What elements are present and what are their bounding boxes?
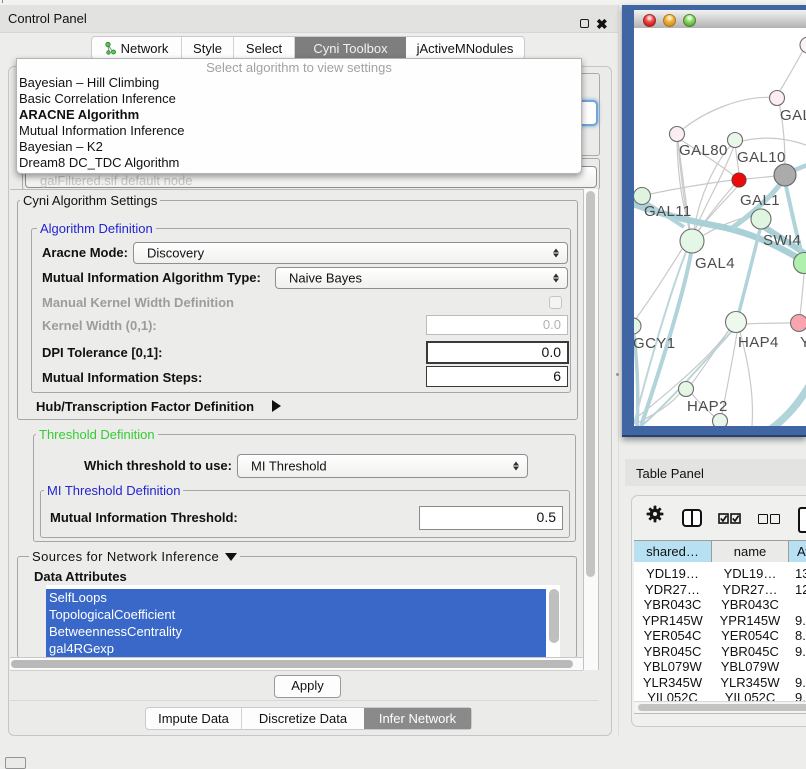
svg-text:YJ: YJ [800, 334, 806, 351]
svg-text:GAL3: GAL3 [780, 107, 806, 124]
svg-text:HAP2: HAP2 [687, 398, 728, 415]
svg-text:GAL1: GAL1 [740, 192, 780, 209]
svg-text:GAL4: GAL4 [695, 255, 735, 272]
svg-text:GAL80: GAL80 [679, 142, 728, 159]
svg-text:HAP4: HAP4 [738, 334, 779, 351]
svg-text:GCY1: GCY1 [634, 335, 675, 352]
svg-text:GAL10: GAL10 [737, 149, 786, 166]
svg-text:SWI4: SWI4 [763, 232, 801, 249]
svg-text:GAL11: GAL11 [644, 203, 692, 220]
